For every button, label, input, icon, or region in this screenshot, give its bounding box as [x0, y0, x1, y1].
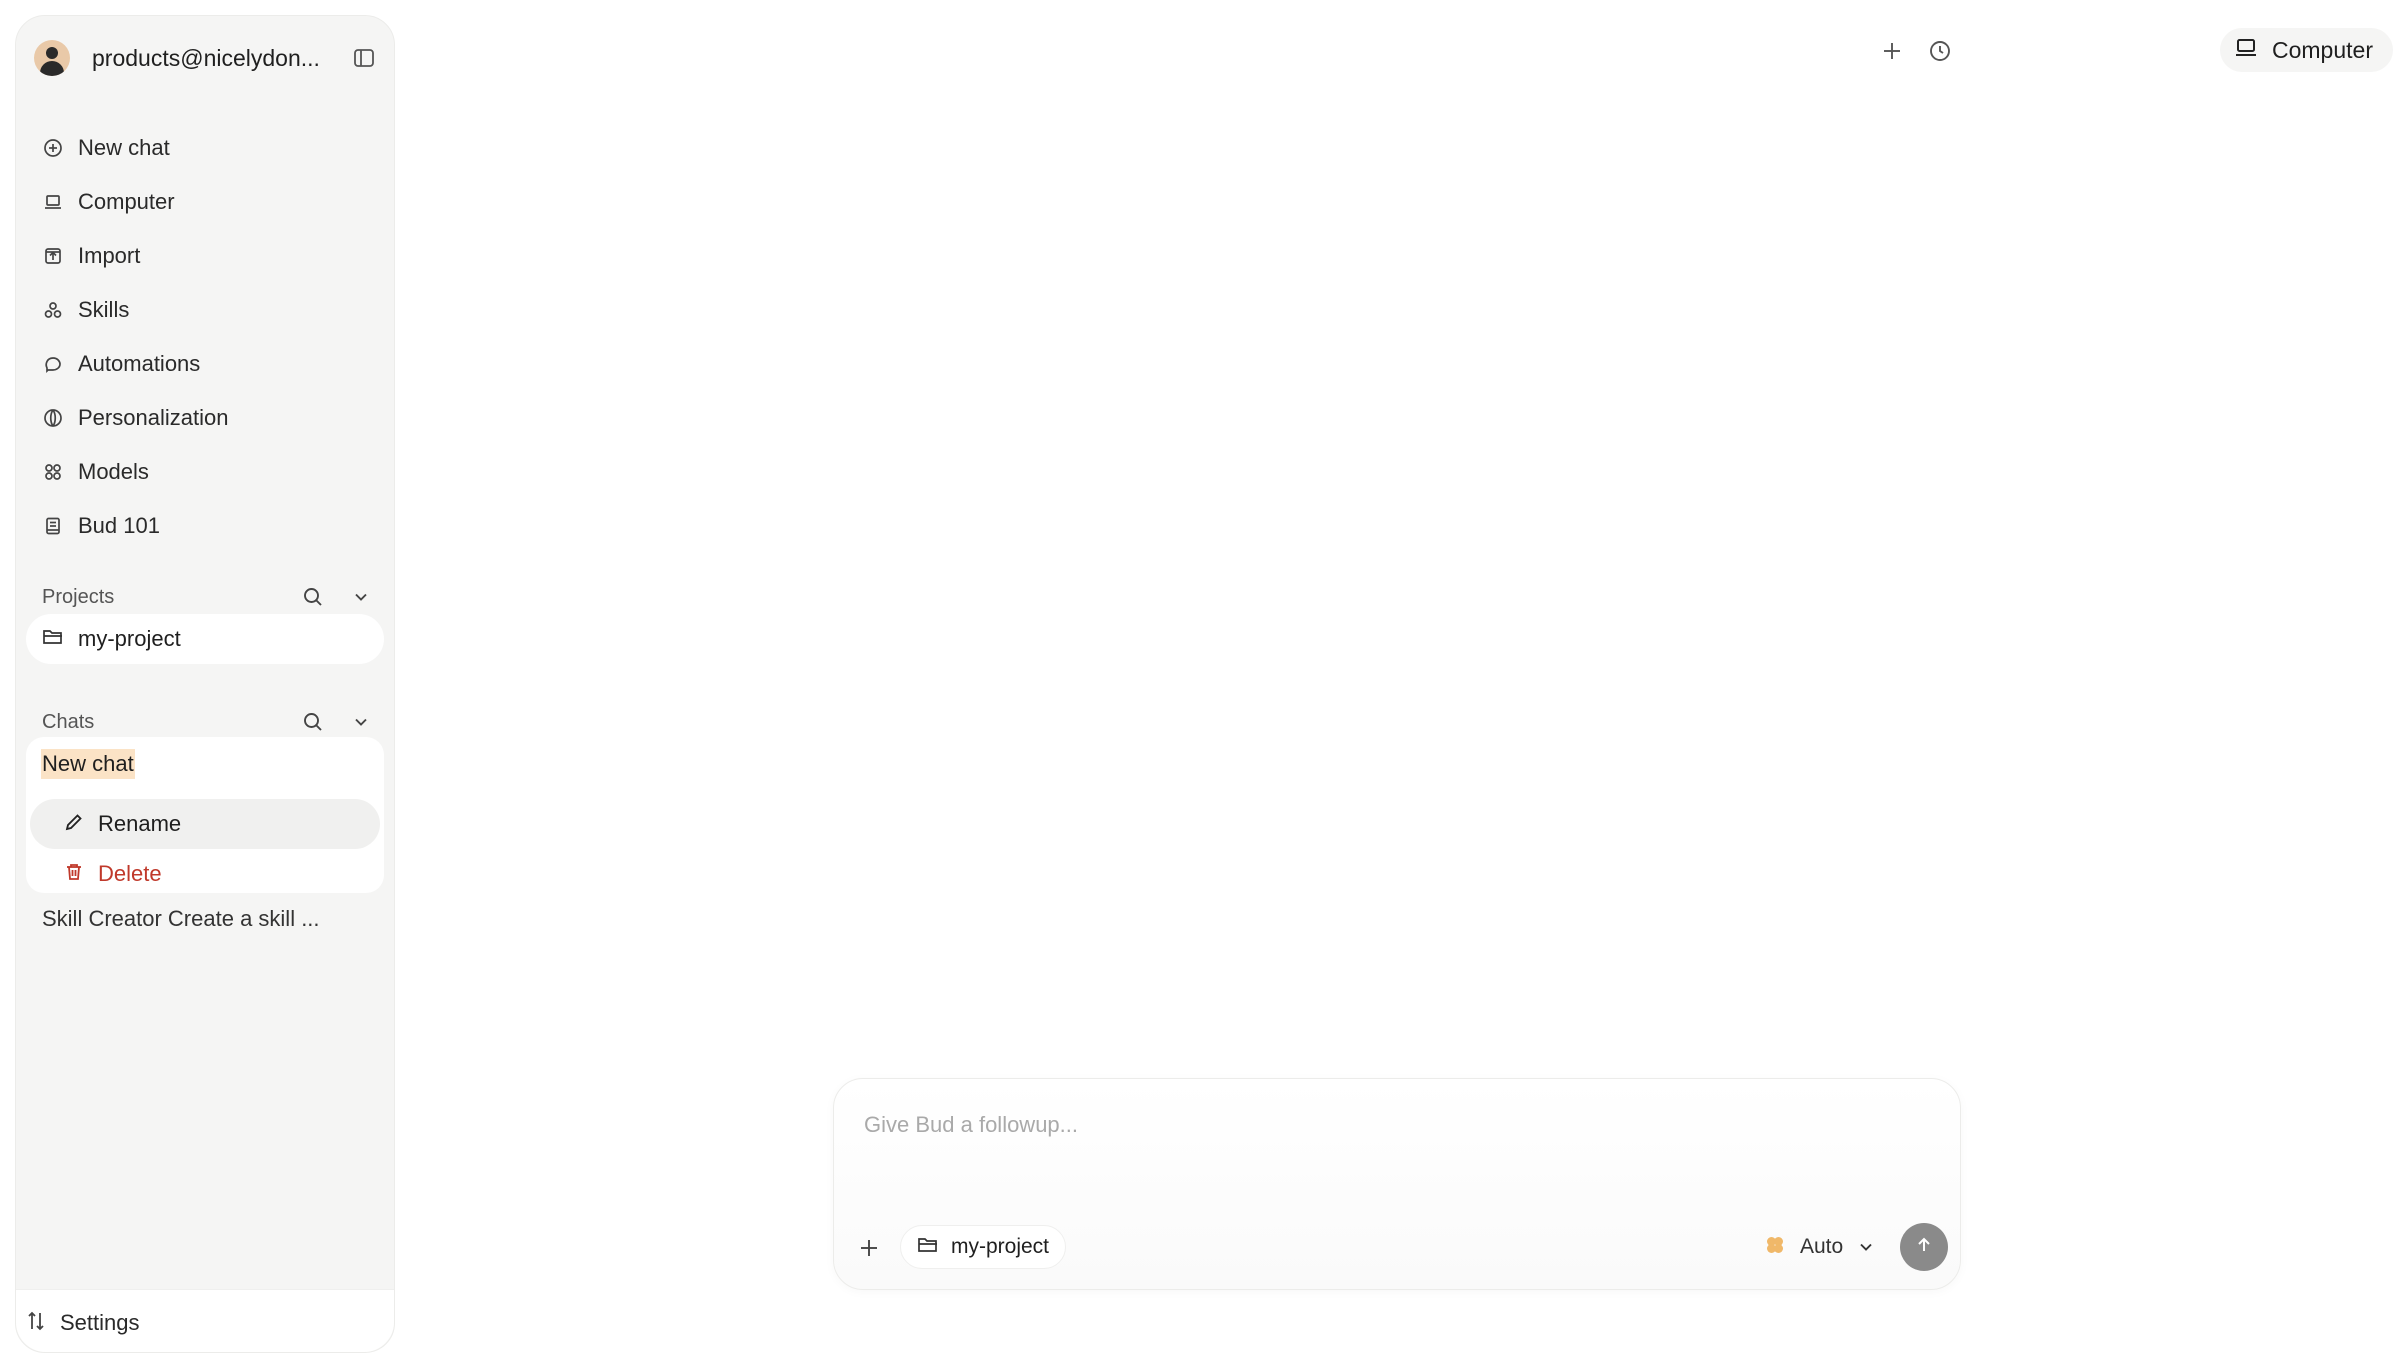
import-icon: [42, 245, 64, 267]
followup-input[interactable]: [864, 1105, 1914, 1145]
nav-item-computer[interactable]: Computer: [30, 175, 380, 229]
rename-label: Rename: [98, 811, 182, 836]
send-button[interactable]: [1900, 1223, 1948, 1271]
settings-button[interactable]: Settings: [26, 1310, 140, 1336]
chevron-down-icon[interactable]: [350, 586, 372, 608]
nav-label: Bud 101: [78, 513, 160, 538]
chat-list-item[interactable]: Skill Creator Create a skill ...: [42, 906, 342, 932]
automations-icon: [42, 353, 64, 375]
new-chat-plus-icon[interactable]: [1878, 37, 1906, 65]
project-selector[interactable]: my-project: [900, 1225, 1067, 1269]
avatar[interactable]: [34, 40, 70, 76]
skills-icon: [42, 299, 64, 321]
project-label: my-project: [78, 626, 181, 651]
pencil-icon: [64, 812, 84, 837]
nav-label: Models: [78, 459, 149, 484]
nav-label: Automations: [78, 351, 201, 376]
nav-label: New chat: [78, 135, 170, 160]
main-nav: New chat Computer Import Skills Automati…: [30, 121, 380, 553]
project-selector-label: my-project: [951, 1235, 1050, 1258]
sidebar-panel: products@nicelydon... New chat Computer: [16, 16, 394, 1291]
projects-title: Projects: [42, 585, 115, 608]
nav-item-import[interactable]: Import: [30, 229, 380, 283]
nav-item-personalization[interactable]: Personalization: [30, 391, 380, 445]
computer-label: Computer: [2272, 36, 2373, 63]
chevron-down-icon: [1857, 1238, 1875, 1256]
add-attachment-icon[interactable]: [856, 1235, 882, 1261]
sidebar: products@nicelydon... New chat Computer: [15, 15, 395, 1353]
chats-header: Chats: [42, 702, 372, 742]
book-icon: [42, 515, 64, 537]
nav-item-bud-101[interactable]: Bud 101: [30, 499, 380, 553]
projects-header: Projects: [42, 577, 372, 617]
nav-label: Computer: [78, 189, 175, 214]
trash-icon: [64, 862, 84, 887]
laptop-icon: [2234, 37, 2258, 64]
laptop-icon: [42, 191, 64, 213]
rename-menu-item[interactable]: Rename: [30, 799, 380, 849]
sidebar-toggle-icon[interactable]: [352, 46, 376, 70]
nav-label: Personalization: [78, 405, 229, 430]
account-header[interactable]: products@nicelydon...: [34, 32, 376, 84]
search-icon[interactable]: [302, 586, 324, 608]
nav-item-models[interactable]: Models: [30, 445, 380, 499]
delete-menu-item[interactable]: Delete: [30, 849, 380, 899]
nav-label: Import: [78, 243, 141, 268]
nav-label: Skills: [78, 297, 130, 322]
model-selector[interactable]: Auto: [1764, 1229, 1875, 1265]
settings-label: Settings: [60, 1310, 140, 1335]
models-icon: [42, 461, 64, 483]
model-label: Auto: [1800, 1235, 1844, 1258]
personalization-icon: [42, 407, 64, 429]
computer-button[interactable]: Computer: [2220, 28, 2393, 72]
arrow-up-icon: [1914, 1235, 1934, 1260]
model-flower-icon: [1764, 1234, 1786, 1261]
search-icon[interactable]: [302, 711, 324, 733]
chevron-down-icon[interactable]: [350, 711, 372, 733]
folder-icon: [917, 1235, 939, 1260]
composer: my-project Auto: [833, 1078, 1961, 1290]
account-name: products@nicelydon...: [92, 44, 320, 71]
history-clock-icon[interactable]: [1926, 37, 1954, 65]
chat-context-menu: New chat Rename Delete: [26, 737, 384, 893]
folder-icon: [42, 627, 64, 652]
sliders-icon: [26, 1311, 46, 1336]
nav-item-skills[interactable]: Skills: [30, 283, 380, 337]
delete-label: Delete: [98, 861, 162, 886]
active-chat-title[interactable]: New chat: [41, 749, 135, 779]
nav-item-automations[interactable]: Automations: [30, 337, 380, 391]
sidebar-item-my-project[interactable]: my-project: [26, 614, 384, 664]
chats-title: Chats: [42, 710, 95, 733]
plus-circle-icon: [42, 137, 64, 159]
nav-item-new-chat[interactable]: New chat: [30, 121, 380, 175]
